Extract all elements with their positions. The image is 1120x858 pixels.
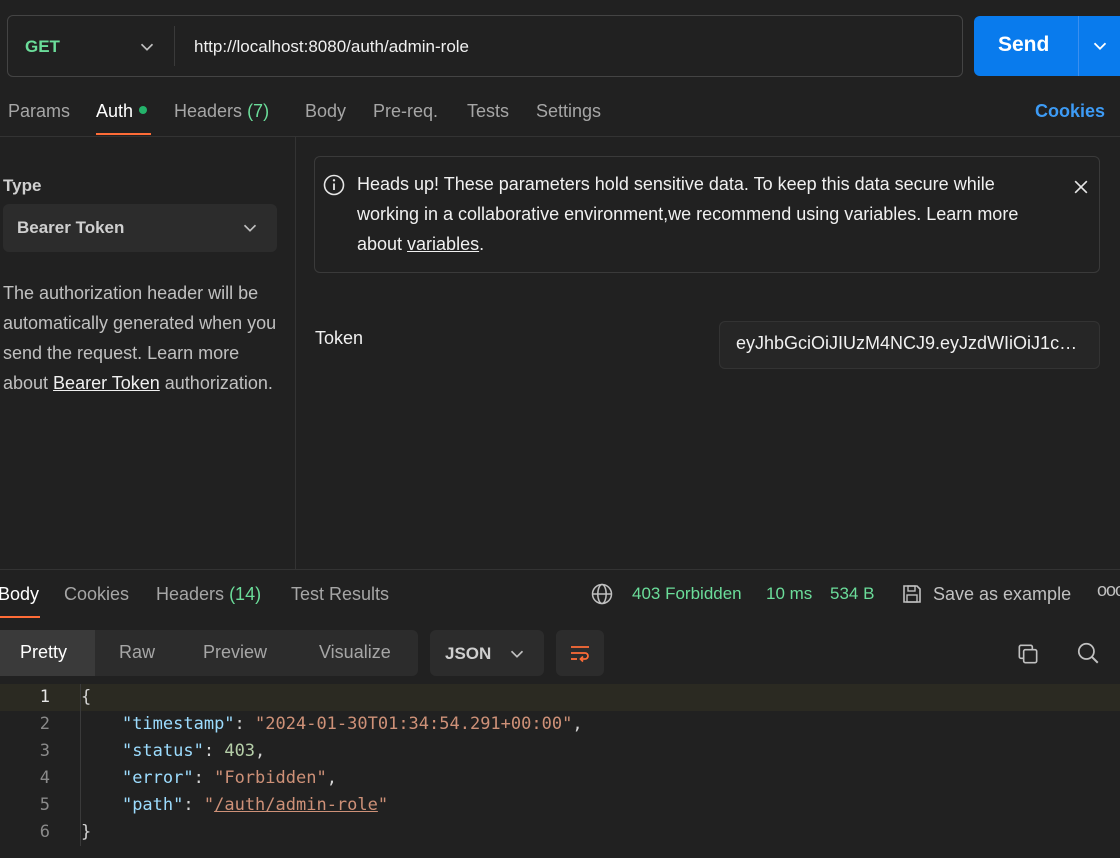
code-line: 4 "error": "Forbidden", <box>0 765 1120 792</box>
panel-divider[interactable] <box>295 137 296 569</box>
tab-auth[interactable]: Auth <box>96 101 148 122</box>
tab-auth-label: Auth <box>96 101 134 121</box>
url-bar: GET http://localhost:8080/auth/admin-rol… <box>7 15 963 77</box>
view-mode-segmented: Pretty Raw Preview Visualize <box>0 630 418 676</box>
code-line: 1 { <box>0 684 1120 711</box>
status-code[interactable]: 403 Forbidden <box>632 584 742 604</box>
json-key: "path" <box>121 795 184 815</box>
format-value: JSON <box>445 644 492 663</box>
tab-pre-req[interactable]: Pre-req. <box>373 101 438 122</box>
sensitive-data-notice: Heads up! These parameters hold sensitiv… <box>314 156 1100 273</box>
json-entry: "status": 403, <box>121 741 266 761</box>
auth-description: The authorization header will be automat… <box>3 278 288 398</box>
json-entry: "path": "/auth/admin-role" <box>121 795 389 815</box>
line-number: 6 <box>39 822 50 842</box>
code-line: 5 "path": "/auth/admin-role" <box>0 792 1120 819</box>
token-input[interactable]: eyJhbGciOiJIUzM4NCJ9.eyJzdWIiOiJ1c2VyIiw… <box>719 321 1100 369</box>
json-value: 403 <box>224 741 256 761</box>
response-headers-label: Headers <box>156 584 225 604</box>
url-input[interactable]: http://localhost:8080/auth/admin-role <box>194 37 469 57</box>
view-preview[interactable]: Preview <box>203 642 267 663</box>
json-open-brace: { <box>81 687 92 707</box>
auth-type-value: Bearer Token <box>17 218 125 237</box>
close-icon[interactable] <box>1071 177 1091 197</box>
json-entry: "timestamp": "2024-01-30T01:34:54.291+00… <box>121 714 583 734</box>
json-key: "timestamp" <box>121 714 235 734</box>
word-wrap-button[interactable] <box>556 630 604 676</box>
json-key: "status" <box>121 741 204 761</box>
code-line: 6 } <box>0 819 1120 846</box>
response-tab-test-results[interactable]: Test Results <box>291 584 389 605</box>
active-response-tab-underline <box>0 616 40 618</box>
view-raw[interactable]: Raw <box>119 642 155 663</box>
indent-guide <box>80 684 81 846</box>
send-button[interactable]: Send <box>974 16 1120 76</box>
tab-headers-count: (7) <box>247 101 270 121</box>
response-time[interactable]: 10 ms <box>766 584 812 604</box>
notice-tail: . <box>479 234 485 254</box>
auth-active-dot-icon <box>139 106 148 115</box>
view-visualize[interactable]: Visualize <box>319 642 391 663</box>
response-size[interactable]: 534 B <box>830 584 874 604</box>
json-value: "2024-01-30T01:34:54.291+00:00" <box>255 714 573 734</box>
format-select[interactable]: JSON <box>430 630 544 676</box>
cookies-link[interactable]: Cookies <box>1035 101 1105 122</box>
tab-headers-label: Headers <box>174 101 243 121</box>
line-number: 2 <box>39 714 50 734</box>
variables-link[interactable]: variables <box>407 234 479 254</box>
tab-body[interactable]: Body <box>305 101 346 122</box>
json-path-link[interactable]: /auth/admin-role <box>214 795 378 815</box>
response-tab-headers[interactable]: Headers (14) <box>156 584 261 605</box>
json-close-brace: } <box>81 822 92 842</box>
chevron-down-icon[interactable] <box>136 36 158 58</box>
code-line: 3 "status": 403, <box>0 738 1120 765</box>
auth-desc-tail: authorization. <box>159 373 273 393</box>
line-number: 5 <box>39 795 50 815</box>
more-options-icon[interactable]: ooo <box>1097 580 1120 601</box>
tab-params[interactable]: Params <box>8 101 70 122</box>
response-tab-body[interactable]: Body <box>0 584 39 605</box>
code-line: 2 "timestamp": "2024-01-30T01:34:54.291+… <box>0 711 1120 738</box>
globe-icon[interactable] <box>590 582 614 606</box>
view-pretty[interactable]: Pretty <box>20 642 67 663</box>
chevron-down-icon[interactable] <box>1089 35 1111 57</box>
copy-icon[interactable] <box>1015 641 1041 667</box>
wrap-lines-icon <box>571 646 589 663</box>
bearer-token-link[interactable]: Bearer Token <box>53 373 160 393</box>
save-as-example-button[interactable]: Save as example <box>933 584 1071 605</box>
url-divider <box>174 26 175 66</box>
send-label: Send <box>998 33 1050 56</box>
info-icon <box>323 174 345 196</box>
chevron-down-icon <box>243 224 257 232</box>
json-value: "Forbidden" <box>214 768 327 788</box>
method-select[interactable]: GET <box>25 37 60 57</box>
chevron-down-icon <box>510 650 524 658</box>
search-icon[interactable] <box>1075 640 1101 666</box>
json-entry: "error": "Forbidden", <box>121 768 337 788</box>
auth-type-select[interactable]: Bearer Token <box>3 204 277 252</box>
tab-tests[interactable]: Tests <box>467 101 509 122</box>
line-number: 4 <box>39 768 50 788</box>
save-icon[interactable] <box>900 582 924 606</box>
active-tab-underline <box>96 133 151 135</box>
json-key: "error" <box>121 768 194 788</box>
tab-settings[interactable]: Settings <box>536 101 601 122</box>
response-headers-count: (14) <box>229 584 262 604</box>
token-label: Token <box>315 328 364 348</box>
auth-type-label: Type <box>3 176 42 195</box>
line-number: 3 <box>39 741 50 761</box>
response-tab-cookies[interactable]: Cookies <box>64 584 129 605</box>
send-divider <box>1078 16 1079 76</box>
response-divider[interactable] <box>0 569 1120 570</box>
notice-text: Heads up! These parameters hold sensitiv… <box>357 169 1057 259</box>
line-number: 1 <box>39 687 50 707</box>
tab-headers[interactable]: Headers (7) <box>174 101 269 122</box>
tabs-divider <box>0 136 1120 137</box>
